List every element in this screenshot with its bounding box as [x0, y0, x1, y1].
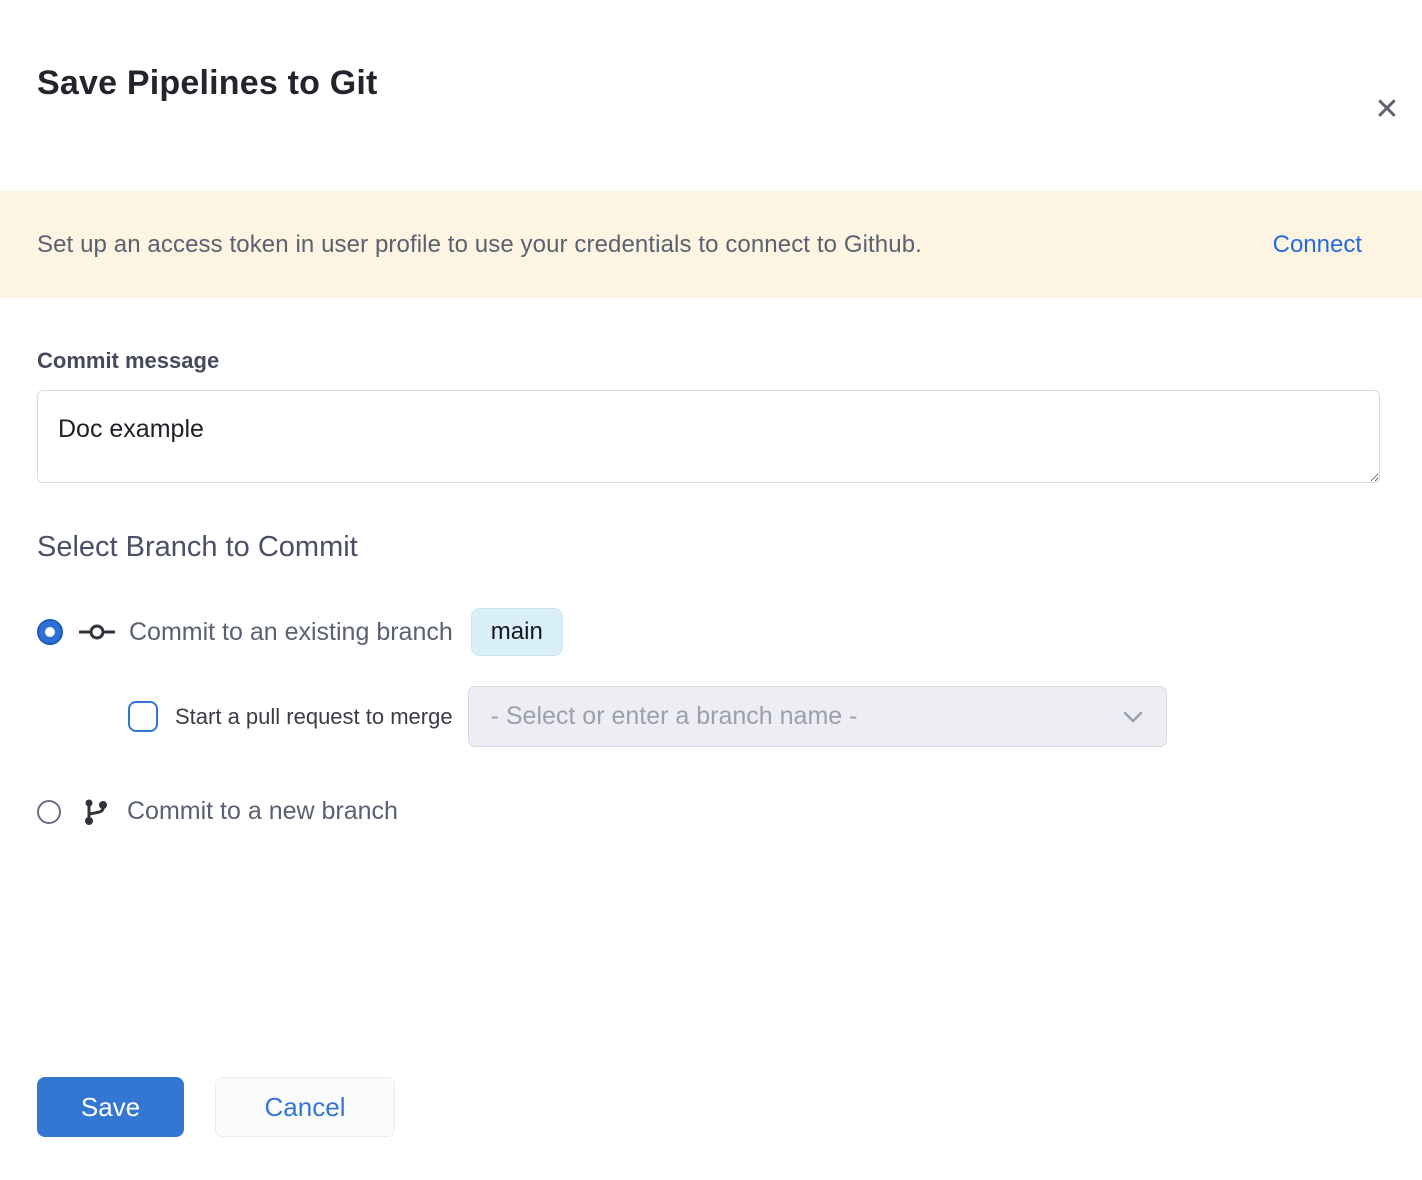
chevron-down-icon — [1122, 710, 1144, 724]
branch-name-badge: main — [471, 608, 563, 656]
commit-message-input[interactable]: Doc example — [37, 390, 1380, 483]
new-branch-option-row: Commit to a new branch — [37, 797, 1385, 826]
existing-branch-label[interactable]: Commit to an existing branch — [129, 618, 453, 647]
cancel-button[interactable]: Cancel — [215, 1077, 395, 1137]
merge-branch-select[interactable]: - Select or enter a branch name - — [468, 686, 1167, 747]
banner-message: Set up an access token in user profile t… — [37, 231, 922, 259]
save-button[interactable]: Save — [37, 1077, 184, 1137]
close-icon[interactable]: ✕ — [1369, 92, 1405, 128]
git-commit-icon — [79, 618, 115, 646]
access-token-banner: Set up an access token in user profile t… — [0, 191, 1422, 298]
pull-request-row: Start a pull request to merge - Select o… — [128, 686, 1385, 747]
existing-branch-radio[interactable] — [37, 619, 63, 645]
pull-request-label[interactable]: Start a pull request to merge — [175, 704, 453, 730]
dialog-footer: Save Cancel — [37, 1077, 395, 1137]
merge-branch-placeholder: - Select or enter a branch name - — [491, 702, 858, 731]
select-branch-heading: Select Branch to Commit — [37, 531, 1385, 564]
new-branch-radio[interactable] — [37, 800, 61, 824]
save-pipelines-dialog: ✕ Save Pipelines to Git Set up an access… — [0, 64, 1422, 103]
dialog-title: Save Pipelines to Git — [37, 64, 1422, 103]
dialog-content: Commit message Doc example Select Branch… — [0, 298, 1422, 826]
existing-branch-option-row: Commit to an existing branch main — [37, 608, 1385, 656]
git-branch-icon — [77, 798, 113, 826]
commit-message-label: Commit message — [37, 348, 1385, 374]
pull-request-checkbox[interactable] — [128, 701, 158, 732]
new-branch-label[interactable]: Commit to a new branch — [127, 797, 398, 826]
connect-link[interactable]: Connect — [1273, 231, 1362, 259]
